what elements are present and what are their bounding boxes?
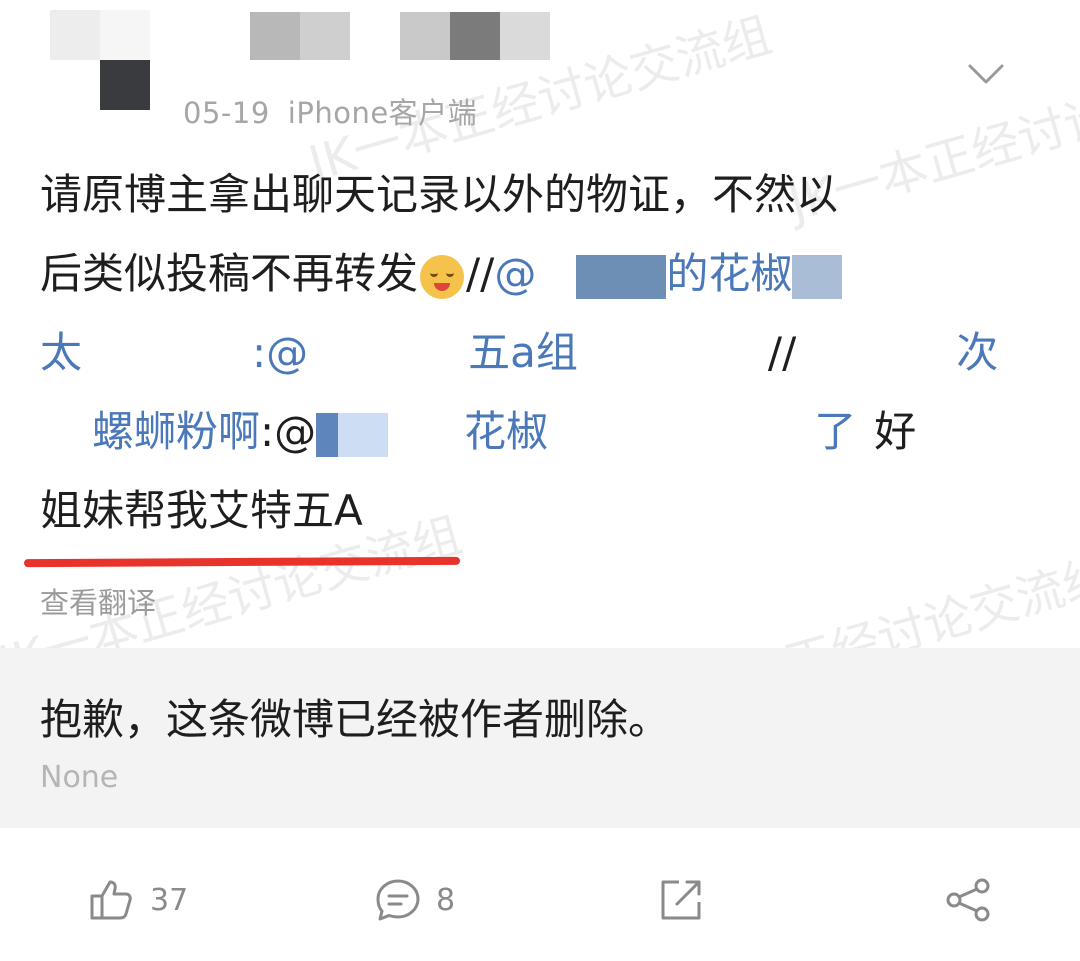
mention-fragment[interactable]: 次 <box>956 328 998 377</box>
mention-fragment[interactable]: 了 <box>814 407 856 456</box>
redacted-block <box>40 412 92 457</box>
redacted-block <box>577 333 768 378</box>
post-line-2: 后类似投稿不再转发 //@ 的花椒 <box>40 234 1040 313</box>
redacted-block <box>548 412 815 457</box>
post-meta: 05-19 iPhone客户端 <box>183 90 495 132</box>
repost-separator: // <box>466 249 495 298</box>
mention-fragment[interactable]: 五a组 <box>468 328 578 377</box>
mention-link[interactable]: @ <box>494 249 536 298</box>
highlight-underline <box>23 556 461 568</box>
mention-fragment[interactable]: 花椒 <box>464 407 548 456</box>
like-count: 37 <box>150 882 189 918</box>
deleted-message: 抱歉，这条微博已经被作者删除。 <box>40 695 671 744</box>
mention-fragment[interactable]: 太 <box>40 328 82 377</box>
like-button[interactable]: 37 <box>88 876 188 924</box>
action-bar: 37 8 <box>0 830 1080 961</box>
post-date: 05-19 <box>183 96 270 130</box>
redacted-block <box>536 254 577 299</box>
mention-fragment[interactable]: 螺蛳粉啊 <box>92 407 260 456</box>
redacted-block <box>576 254 667 299</box>
post-line-1: 请原博主拿出聊天记录以外的物证，不然以 <box>40 170 839 219</box>
translate-link[interactable]: 查看翻译 <box>40 580 156 622</box>
redacted-block <box>792 254 843 299</box>
post-line-4: 螺蛳粉啊:@ 花椒 了好 <box>40 392 1040 471</box>
mention-link[interactable]: :@ <box>260 407 316 456</box>
redacted-block <box>82 333 253 378</box>
repost-separator: // <box>767 328 797 377</box>
redacted-block <box>796 333 957 378</box>
comment-button[interactable]: 8 <box>374 876 455 924</box>
share-icon <box>946 878 990 922</box>
post-line-5: 姐妹帮我艾特五A <box>40 486 363 535</box>
chevron-down-icon[interactable] <box>966 60 1006 90</box>
comment-count: 8 <box>436 882 456 918</box>
avatar[interactable] <box>50 10 150 110</box>
comment-icon <box>376 879 420 921</box>
share-out-button[interactable] <box>657 876 705 924</box>
post-source: iPhone客户端 <box>287 96 478 130</box>
yummy-emoji-icon <box>420 254 465 299</box>
thumbs-up-icon <box>90 880 132 920</box>
post-line-4-end: 好 <box>874 407 917 456</box>
external-link-icon <box>661 880 701 920</box>
redacted-block <box>316 412 339 457</box>
share-button[interactable] <box>944 876 992 924</box>
mention-name[interactable]: 的花椒 <box>666 249 792 298</box>
deleted-note: None <box>40 760 119 795</box>
redacted-block <box>338 412 389 457</box>
redacted-block <box>388 412 465 457</box>
redacted-block <box>308 333 469 378</box>
post-line-3: 太 :@ 五a组 // 次 <box>40 313 1040 392</box>
mention-link[interactable]: :@ <box>252 328 308 377</box>
post-line-2-text: 后类似投稿不再转发 <box>40 249 419 298</box>
post-text: 请原博主拿出聊天记录以外的物证，不然以 后类似投稿不再转发//@ 的花椒 太:@ 五… <box>40 155 1040 550</box>
deleted-repost-card: 抱歉，这条微博已经被作者删除。 None <box>0 648 1080 828</box>
